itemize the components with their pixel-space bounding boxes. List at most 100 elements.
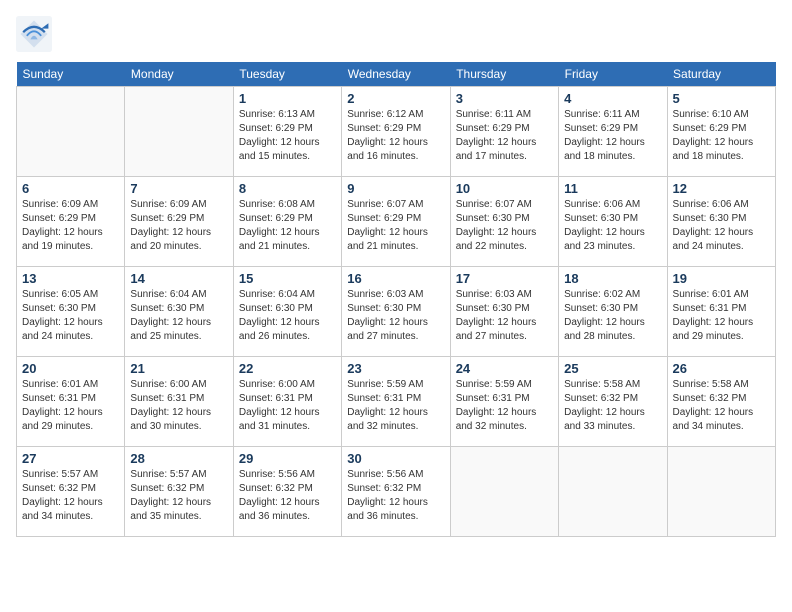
day-info: Sunrise: 5:58 AM Sunset: 6:32 PM Dayligh… (564, 378, 661, 434)
day-info: Sunrise: 6:07 AM Sunset: 6:30 PM Dayligh… (456, 198, 553, 254)
day-number: 11 (564, 181, 661, 196)
day-info: Sunrise: 6:05 AM Sunset: 6:30 PM Dayligh… (22, 288, 119, 344)
day-info: Sunrise: 5:59 AM Sunset: 6:31 PM Dayligh… (456, 378, 553, 434)
logo (16, 16, 56, 52)
day-info: Sunrise: 6:09 AM Sunset: 6:29 PM Dayligh… (130, 198, 227, 254)
calendar-week-row: 6 Sunrise: 6:09 AM Sunset: 6:29 PM Daylig… (17, 177, 776, 267)
day-number: 2 (347, 91, 444, 106)
calendar-day-cell: 13 Sunrise: 6:05 AM Sunset: 6:30 PM Dayli… (17, 267, 125, 357)
day-number: 1 (239, 91, 336, 106)
day-number: 18 (564, 271, 661, 286)
calendar-day-cell (559, 447, 667, 537)
day-number: 12 (673, 181, 770, 196)
day-info: Sunrise: 6:08 AM Sunset: 6:29 PM Dayligh… (239, 198, 336, 254)
calendar-day-cell: 22 Sunrise: 6:00 AM Sunset: 6:31 PM Dayli… (233, 357, 341, 447)
day-number: 5 (673, 91, 770, 106)
calendar-day-cell: 24 Sunrise: 5:59 AM Sunset: 6:31 PM Dayli… (450, 357, 558, 447)
calendar-day-cell: 1 Sunrise: 6:13 AM Sunset: 6:29 PM Daylig… (233, 87, 341, 177)
calendar-day-cell: 9 Sunrise: 6:07 AM Sunset: 6:29 PM Daylig… (342, 177, 450, 267)
calendar-week-row: 13 Sunrise: 6:05 AM Sunset: 6:30 PM Dayli… (17, 267, 776, 357)
calendar-day-cell: 29 Sunrise: 5:56 AM Sunset: 6:32 PM Dayli… (233, 447, 341, 537)
calendar-day-cell: 8 Sunrise: 6:08 AM Sunset: 6:29 PM Daylig… (233, 177, 341, 267)
day-info: Sunrise: 6:02 AM Sunset: 6:30 PM Dayligh… (564, 288, 661, 344)
day-number: 23 (347, 361, 444, 376)
calendar-day-cell: 12Sunrise: 6:06 AM Sunset: 6:30 PM Dayli… (667, 177, 775, 267)
day-info: Sunrise: 6:01 AM Sunset: 6:31 PM Dayligh… (22, 378, 119, 434)
day-number: 17 (456, 271, 553, 286)
calendar-day-cell: 6 Sunrise: 6:09 AM Sunset: 6:29 PM Daylig… (17, 177, 125, 267)
calendar-day-cell: 30 Sunrise: 5:56 AM Sunset: 6:32 PM Dayli… (342, 447, 450, 537)
day-number: 6 (22, 181, 119, 196)
calendar-day-header: Sunday (17, 62, 125, 87)
calendar-day-cell: 11Sunrise: 6:06 AM Sunset: 6:30 PM Dayli… (559, 177, 667, 267)
day-number: 30 (347, 451, 444, 466)
calendar-day-header: Monday (125, 62, 233, 87)
calendar-day-cell: 10 Sunrise: 6:07 AM Sunset: 6:30 PM Dayli… (450, 177, 558, 267)
calendar-day-cell: 4 Sunrise: 6:11 AM Sunset: 6:29 PM Daylig… (559, 87, 667, 177)
day-number: 9 (347, 181, 444, 196)
calendar-day-cell: 18 Sunrise: 6:02 AM Sunset: 6:30 PM Dayli… (559, 267, 667, 357)
day-number: 25 (564, 361, 661, 376)
day-number: 20 (22, 361, 119, 376)
calendar-day-cell: 15 Sunrise: 6:04 AM Sunset: 6:30 PM Dayli… (233, 267, 341, 357)
calendar-day-cell (667, 447, 775, 537)
day-number: 10 (456, 181, 553, 196)
calendar-day-cell: 7 Sunrise: 6:09 AM Sunset: 6:29 PM Daylig… (125, 177, 233, 267)
day-info: Sunrise: 6:11 AM Sunset: 6:29 PM Dayligh… (456, 108, 553, 164)
day-info: Sunrise: 6:07 AM Sunset: 6:29 PM Dayligh… (347, 198, 444, 254)
day-info: Sunrise: 6:13 AM Sunset: 6:29 PM Dayligh… (239, 108, 336, 164)
calendar-header-row: SundayMondayTuesdayWednesdayThursdayFrid… (17, 62, 776, 87)
day-info: Sunrise: 6:09 AM Sunset: 6:29 PM Dayligh… (22, 198, 119, 254)
calendar-day-cell: 5Sunrise: 6:10 AM Sunset: 6:29 PM Daylig… (667, 87, 775, 177)
day-number: 13 (22, 271, 119, 286)
day-info: Sunrise: 5:58 AM Sunset: 6:32 PM Dayligh… (673, 378, 770, 434)
calendar-day-cell: 16 Sunrise: 6:03 AM Sunset: 6:30 PM Dayli… (342, 267, 450, 357)
day-number: 7 (130, 181, 227, 196)
day-info: Sunrise: 6:01 AM Sunset: 6:31 PM Dayligh… (673, 288, 770, 344)
day-number: 24 (456, 361, 553, 376)
day-info: Sunrise: 6:12 AM Sunset: 6:29 PM Dayligh… (347, 108, 444, 164)
day-info: Sunrise: 6:11 AM Sunset: 6:29 PM Dayligh… (564, 108, 661, 164)
day-number: 8 (239, 181, 336, 196)
calendar-day-cell: 27Sunrise: 5:57 AM Sunset: 6:32 PM Dayli… (17, 447, 125, 537)
calendar-day-cell: 17Sunrise: 6:03 AM Sunset: 6:30 PM Dayli… (450, 267, 558, 357)
calendar-day-cell: 19 Sunrise: 6:01 AM Sunset: 6:31 PM Dayli… (667, 267, 775, 357)
calendar-day-cell: 26 Sunrise: 5:58 AM Sunset: 6:32 PM Dayli… (667, 357, 775, 447)
day-number: 19 (673, 271, 770, 286)
calendar-day-header: Thursday (450, 62, 558, 87)
logo-icon (16, 16, 52, 52)
day-info: Sunrise: 6:00 AM Sunset: 6:31 PM Dayligh… (130, 378, 227, 434)
day-number: 22 (239, 361, 336, 376)
calendar-week-row: 1 Sunrise: 6:13 AM Sunset: 6:29 PM Daylig… (17, 87, 776, 177)
day-number: 26 (673, 361, 770, 376)
day-info: Sunrise: 5:57 AM Sunset: 6:32 PM Dayligh… (22, 468, 119, 524)
calendar-day-cell: 28Sunrise: 5:57 AM Sunset: 6:32 PM Dayli… (125, 447, 233, 537)
calendar-day-cell: 2 Sunrise: 6:12 AM Sunset: 6:29 PM Daylig… (342, 87, 450, 177)
day-number: 21 (130, 361, 227, 376)
day-number: 29 (239, 451, 336, 466)
calendar-week-row: 27Sunrise: 5:57 AM Sunset: 6:32 PM Dayli… (17, 447, 776, 537)
day-info: Sunrise: 6:00 AM Sunset: 6:31 PM Dayligh… (239, 378, 336, 434)
day-info: Sunrise: 5:56 AM Sunset: 6:32 PM Dayligh… (239, 468, 336, 524)
calendar-day-cell (17, 87, 125, 177)
day-number: 15 (239, 271, 336, 286)
calendar-day-cell (450, 447, 558, 537)
day-number: 14 (130, 271, 227, 286)
day-number: 28 (130, 451, 227, 466)
calendar-table: SundayMondayTuesdayWednesdayThursdayFrid… (16, 62, 776, 537)
calendar-day-cell: 14 Sunrise: 6:04 AM Sunset: 6:30 PM Dayli… (125, 267, 233, 357)
day-number: 16 (347, 271, 444, 286)
day-info: Sunrise: 5:56 AM Sunset: 6:32 PM Dayligh… (347, 468, 444, 524)
calendar-day-cell: 3Sunrise: 6:11 AM Sunset: 6:29 PM Daylig… (450, 87, 558, 177)
day-info: Sunrise: 6:04 AM Sunset: 6:30 PM Dayligh… (130, 288, 227, 344)
calendar-week-row: 20 Sunrise: 6:01 AM Sunset: 6:31 PM Dayli… (17, 357, 776, 447)
calendar-day-cell: 25 Sunrise: 5:58 AM Sunset: 6:32 PM Dayli… (559, 357, 667, 447)
day-info: Sunrise: 6:03 AM Sunset: 6:30 PM Dayligh… (347, 288, 444, 344)
calendar-day-cell: 21 Sunrise: 6:00 AM Sunset: 6:31 PM Dayli… (125, 357, 233, 447)
calendar-day-header: Wednesday (342, 62, 450, 87)
day-info: Sunrise: 6:04 AM Sunset: 6:30 PM Dayligh… (239, 288, 336, 344)
calendar-day-header: Saturday (667, 62, 775, 87)
day-number: 4 (564, 91, 661, 106)
calendar-day-cell (125, 87, 233, 177)
calendar-day-cell: 23Sunrise: 5:59 AM Sunset: 6:31 PM Dayli… (342, 357, 450, 447)
